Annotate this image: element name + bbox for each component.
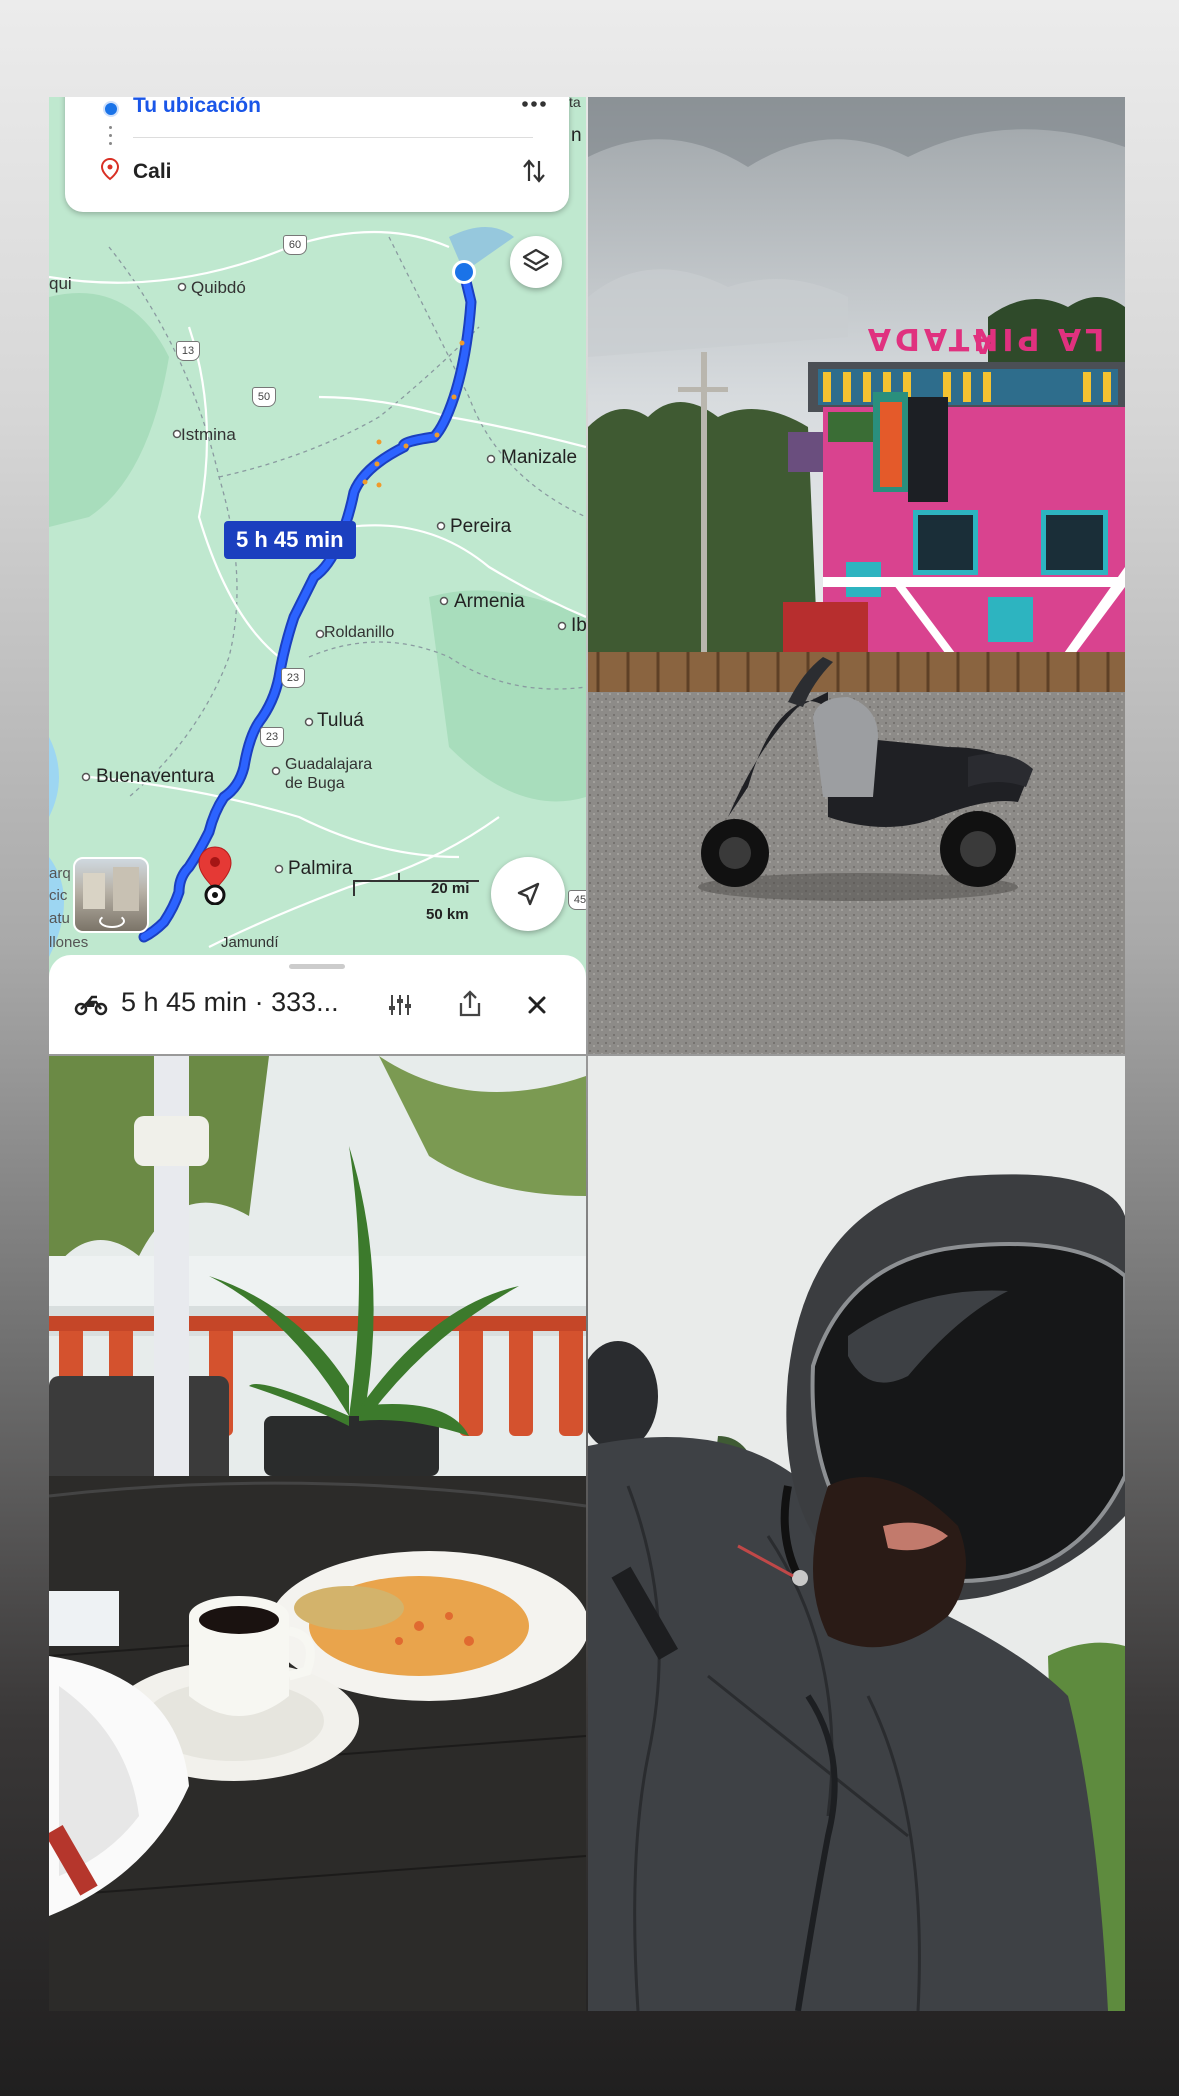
navigate-button[interactable] <box>491 857 565 931</box>
map-label-edge: Ib <box>571 615 586 636</box>
scale-km: 50 km <box>426 906 469 923</box>
city-label-pereira: Pereira <box>450 516 512 537</box>
highway-shield: 45 <box>568 890 586 910</box>
city-label-armenia: Armenia <box>454 591 525 612</box>
city-label-tulua: Tuluá <box>317 710 364 731</box>
destination-field[interactable]: Cali <box>133 160 172 184</box>
city-label-buga-2: de Buga <box>285 775 345 792</box>
directions-card: Tu ubicación Cali <box>65 97 569 212</box>
map-label-edge: ta <box>569 97 581 110</box>
location-pin-icon <box>100 157 120 181</box>
highway-shield: 23 <box>260 727 284 747</box>
origin-dot-icon <box>103 101 119 117</box>
la-pintada-sign: LA PINTADA <box>863 321 1105 356</box>
photo-helmet-selfie <box>588 1056 1125 2011</box>
photo-breakfast-image <box>49 1056 586 2011</box>
route-summary-sheet[interactable]: 5 h 45 min · 333... <box>49 955 586 1054</box>
swap-icon[interactable] <box>522 157 546 185</box>
city-label-buga-1: Guadalajara <box>285 756 373 773</box>
map-label-edge: atu <box>49 910 70 927</box>
street-view-thumbnail[interactable] <box>73 857 149 933</box>
options-icon[interactable] <box>385 992 415 1018</box>
city-label-jamundi: Jamundí <box>221 934 279 951</box>
map-panel[interactable]: qui Quibdó Istmina Manizale Pereira Arme… <box>49 97 586 1054</box>
photo-motorcycle: A <box>588 97 1125 1054</box>
map-label-edge: qui <box>49 274 72 293</box>
highway-shield: 60 <box>283 235 307 255</box>
layers-icon <box>522 248 550 272</box>
route-summary: 5 h 45 min · 333... <box>121 987 339 1017</box>
city-label-manizales: Manizale <box>501 447 578 468</box>
highway-shield: 13 <box>176 341 200 361</box>
map-label-edge: cic <box>49 887 68 904</box>
scale-miles: 20 mi <box>431 880 470 897</box>
origin-field[interactable]: Tu ubicación <box>133 97 261 118</box>
close-icon[interactable] <box>525 993 549 1017</box>
layers-button[interactable] <box>510 236 562 288</box>
share-icon[interactable] <box>457 989 483 1019</box>
city-label-palmira: Palmira <box>288 858 353 879</box>
location-pin-icon <box>197 845 233 910</box>
city-label-quibdo: Quibdó <box>191 278 246 297</box>
navigate-icon <box>517 882 540 906</box>
map-label-edge: arq <box>49 865 71 882</box>
highway-shield: 50 <box>252 387 276 407</box>
highway-shield: 23 <box>281 668 305 688</box>
route-time-badge[interactable]: 5 h 45 min <box>224 521 356 559</box>
map-label-edge: llones <box>49 934 89 951</box>
motorcycle-icon <box>74 995 108 1016</box>
city-label-roldanillo: Roldanillo <box>324 624 395 641</box>
sheet-handle[interactable] <box>289 964 345 969</box>
city-label-buenaventura: Buenaventura <box>96 766 215 787</box>
map-label-edge: n <box>571 125 582 146</box>
photo-selfie-image <box>588 1056 1125 2011</box>
city-label-istmina: Istmina <box>181 425 236 444</box>
more-icon[interactable] <box>521 99 547 109</box>
photo-motorcycle-la-pintada: A LA PINTADA <box>588 97 1125 1054</box>
photo-breakfast <box>49 1056 586 2011</box>
